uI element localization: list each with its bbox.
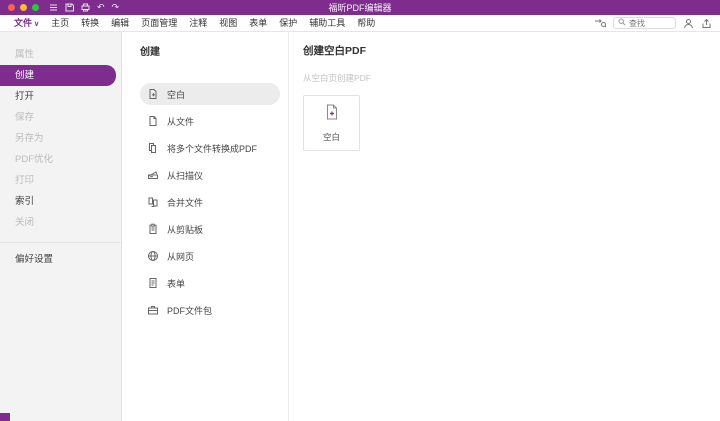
globe-icon (147, 250, 159, 262)
sidebar-item-save: 保存 (15, 112, 35, 123)
backstage-view: 属性 创建 打开 保存 另存为 PDF优化 打印 索引 关闭 偏好设置 创建 空… (0, 32, 720, 421)
card-label: 空白 (322, 132, 340, 142)
app-window: ↶ ↷ 福昕PDF编辑器 文件 ∨ 主页 转换 编辑 页面管理 注释 视图 表单 … (0, 0, 720, 421)
menu-page-organize[interactable]: 页面管理 (135, 15, 183, 32)
create-item-label: 合并文件 (167, 197, 204, 208)
create-item-label: 从剪贴板 (167, 224, 204, 235)
detail-subtitle: 从空白页创建PDF (303, 73, 372, 83)
sidebar-divider (0, 242, 121, 243)
create-item-from-file[interactable]: 从文件 (140, 110, 280, 132)
multiple-files-icon (147, 142, 159, 154)
create-item-form[interactable]: 表单 (140, 272, 280, 294)
create-item-label: 从文件 (167, 116, 195, 127)
sidebar-item-preferences[interactable]: 偏好设置 (0, 249, 121, 270)
sidebar-item-create[interactable]: 创建 (0, 65, 116, 86)
menubar: 文件 ∨ 主页 转换 编辑 页面管理 注释 视图 表单 保护 辅助工具 帮助 (0, 15, 720, 32)
create-item-pdf-portfolio[interactable]: PDF文件包 (140, 299, 280, 321)
menu-help[interactable]: 帮助 (351, 15, 381, 32)
corner-accent (0, 413, 10, 421)
undo-icon[interactable]: ↶ (97, 3, 105, 12)
menu-accessibility[interactable]: 辅助工具 (303, 15, 351, 32)
sidebar-item-save-as: 另存为 (15, 133, 44, 144)
create-item-label: 表单 (167, 278, 186, 289)
menu-convert[interactable]: 转换 (75, 15, 105, 32)
menu-edit[interactable]: 编辑 (105, 15, 135, 32)
create-item-combine-files[interactable]: 合并文件 (140, 191, 280, 213)
search-icon (618, 18, 626, 28)
portfolio-icon (147, 304, 159, 316)
search-input[interactable] (629, 18, 671, 28)
create-item-blank[interactable]: 空白 (140, 83, 280, 105)
titlebar: ↶ ↷ 福昕PDF编辑器 (0, 0, 720, 15)
chevron-down-icon: ∨ (34, 20, 40, 28)
combine-files-icon (147, 196, 159, 208)
panel-title: 创建 (140, 47, 160, 58)
create-item-label: 从网页 (167, 251, 195, 262)
save-icon[interactable] (65, 3, 74, 12)
window-controls (8, 4, 39, 11)
menu-comment[interactable]: 注释 (183, 15, 213, 32)
sidebar-item-print: 打印 (15, 175, 35, 186)
create-item-convert-multiple[interactable]: 将多个文件转换成PDF (140, 137, 280, 159)
menu-icon[interactable] (49, 3, 58, 12)
sidebar-item-close: 关闭 (15, 217, 35, 228)
new-blank-doc-icon (323, 103, 341, 126)
detail-panel: 创建空白PDF 从空白页创建PDF 空白 (289, 32, 720, 421)
scanner-icon (147, 169, 159, 181)
create-item-label: 空白 (167, 89, 186, 100)
sidebar-item-properties: 属性 (15, 49, 35, 60)
account-icon[interactable] (683, 18, 694, 29)
clipboard-icon (147, 223, 159, 235)
menu-file[interactable]: 文件 ∨ (8, 15, 45, 32)
create-options-panel: 创建 空白 从文件 将多个文件转换成PDF 从扫描仪 合并文件 从剪贴板 从网页… (122, 32, 289, 421)
print-icon[interactable] (81, 3, 90, 12)
minimize-window-button[interactable] (20, 4, 27, 11)
create-item-from-web[interactable]: 从网页 (140, 245, 280, 267)
menu-protect[interactable]: 保护 (273, 15, 303, 32)
create-item-label: 从扫描仪 (167, 170, 204, 181)
sidebar-item-pdf-optimize: PDF优化 (15, 154, 54, 165)
maximize-window-button[interactable] (32, 4, 39, 11)
sidebar-item-index[interactable]: 索引 (0, 191, 121, 212)
menu-form[interactable]: 表单 (243, 15, 273, 32)
form-icon (147, 277, 159, 289)
create-item-from-scanner[interactable]: 从扫描仪 (140, 164, 280, 186)
file-icon (147, 115, 159, 127)
menu-view[interactable]: 视图 (213, 15, 243, 32)
blank-pdf-card[interactable]: 空白 (303, 95, 360, 151)
redo-icon[interactable]: ↷ (112, 3, 120, 12)
find-and-replace-icon[interactable] (594, 18, 606, 28)
share-icon[interactable] (701, 18, 712, 29)
menu-home[interactable]: 主页 (45, 15, 75, 32)
create-item-label: PDF文件包 (167, 305, 213, 316)
blank-doc-icon (147, 88, 159, 100)
detail-title: 创建空白PDF (303, 45, 366, 57)
search-box (613, 17, 676, 29)
create-item-label: 将多个文件转换成PDF (167, 143, 258, 154)
sidebar: 属性 创建 打开 保存 另存为 PDF优化 打印 索引 关闭 偏好设置 (0, 32, 122, 421)
sidebar-item-open[interactable]: 打开 (0, 86, 121, 107)
menu-file-label: 文件 (14, 17, 33, 28)
create-item-from-clipboard[interactable]: 从剪贴板 (140, 218, 280, 240)
close-window-button[interactable] (8, 4, 15, 11)
